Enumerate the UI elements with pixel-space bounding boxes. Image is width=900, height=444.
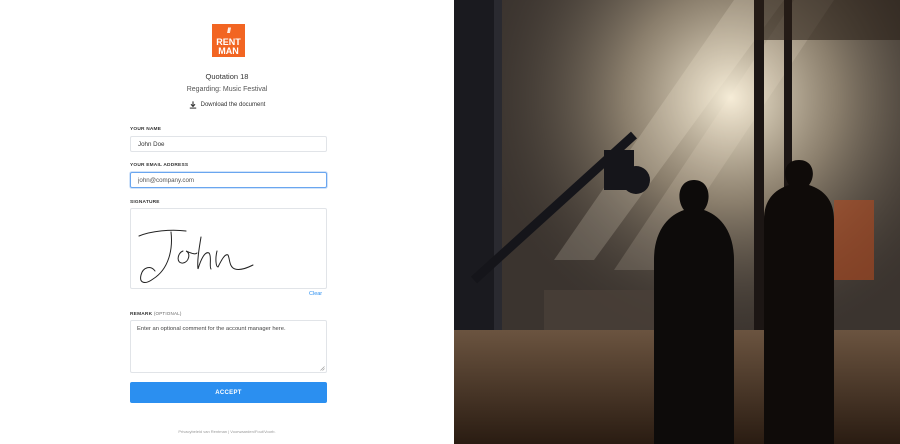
quotation-title: Quotation 18 bbox=[205, 72, 249, 81]
name-input[interactable] bbox=[130, 136, 327, 152]
signature-label: SIGNATURE bbox=[130, 200, 160, 205]
remark-optional-text: (OPTIONAL) bbox=[153, 311, 182, 316]
rentman-logo: /// RENT MAN bbox=[212, 24, 245, 57]
email-input[interactable] bbox=[130, 172, 327, 188]
remark-label: REMARK (OPTIONAL) bbox=[130, 311, 182, 317]
resize-grip-icon[interactable] bbox=[320, 366, 325, 371]
remark-label-text: REMARK bbox=[130, 312, 153, 317]
download-label: Download the document bbox=[200, 102, 266, 108]
accept-button[interactable]: ACCEPT bbox=[130, 382, 327, 403]
quotation-panel: /// RENT MAN Quotation 18 Regarding: Mus… bbox=[0, 0, 454, 444]
concert-stage-photo bbox=[454, 0, 900, 444]
remark-textarea[interactable] bbox=[130, 320, 327, 373]
logo-stripes: /// bbox=[227, 28, 231, 35]
download-icon bbox=[189, 101, 196, 109]
quotation-regarding: Regarding: Music Festival bbox=[186, 86, 268, 93]
download-document-link[interactable]: Download the document bbox=[0, 101, 454, 109]
clear-signature-button[interactable]: Clear bbox=[309, 291, 322, 297]
stage-photo-illustration bbox=[454, 0, 900, 444]
signature-stroke bbox=[138, 229, 254, 283]
email-label: YOUR EMAIL ADDRESS bbox=[130, 163, 189, 168]
name-label: YOUR NAME bbox=[130, 127, 162, 132]
footer-links[interactable]: Privacybeleid van Rentman | Voorwaarden/… bbox=[0, 429, 454, 434]
signature-pad[interactable] bbox=[130, 208, 327, 289]
logo-text-line2: MAN bbox=[218, 46, 239, 56]
